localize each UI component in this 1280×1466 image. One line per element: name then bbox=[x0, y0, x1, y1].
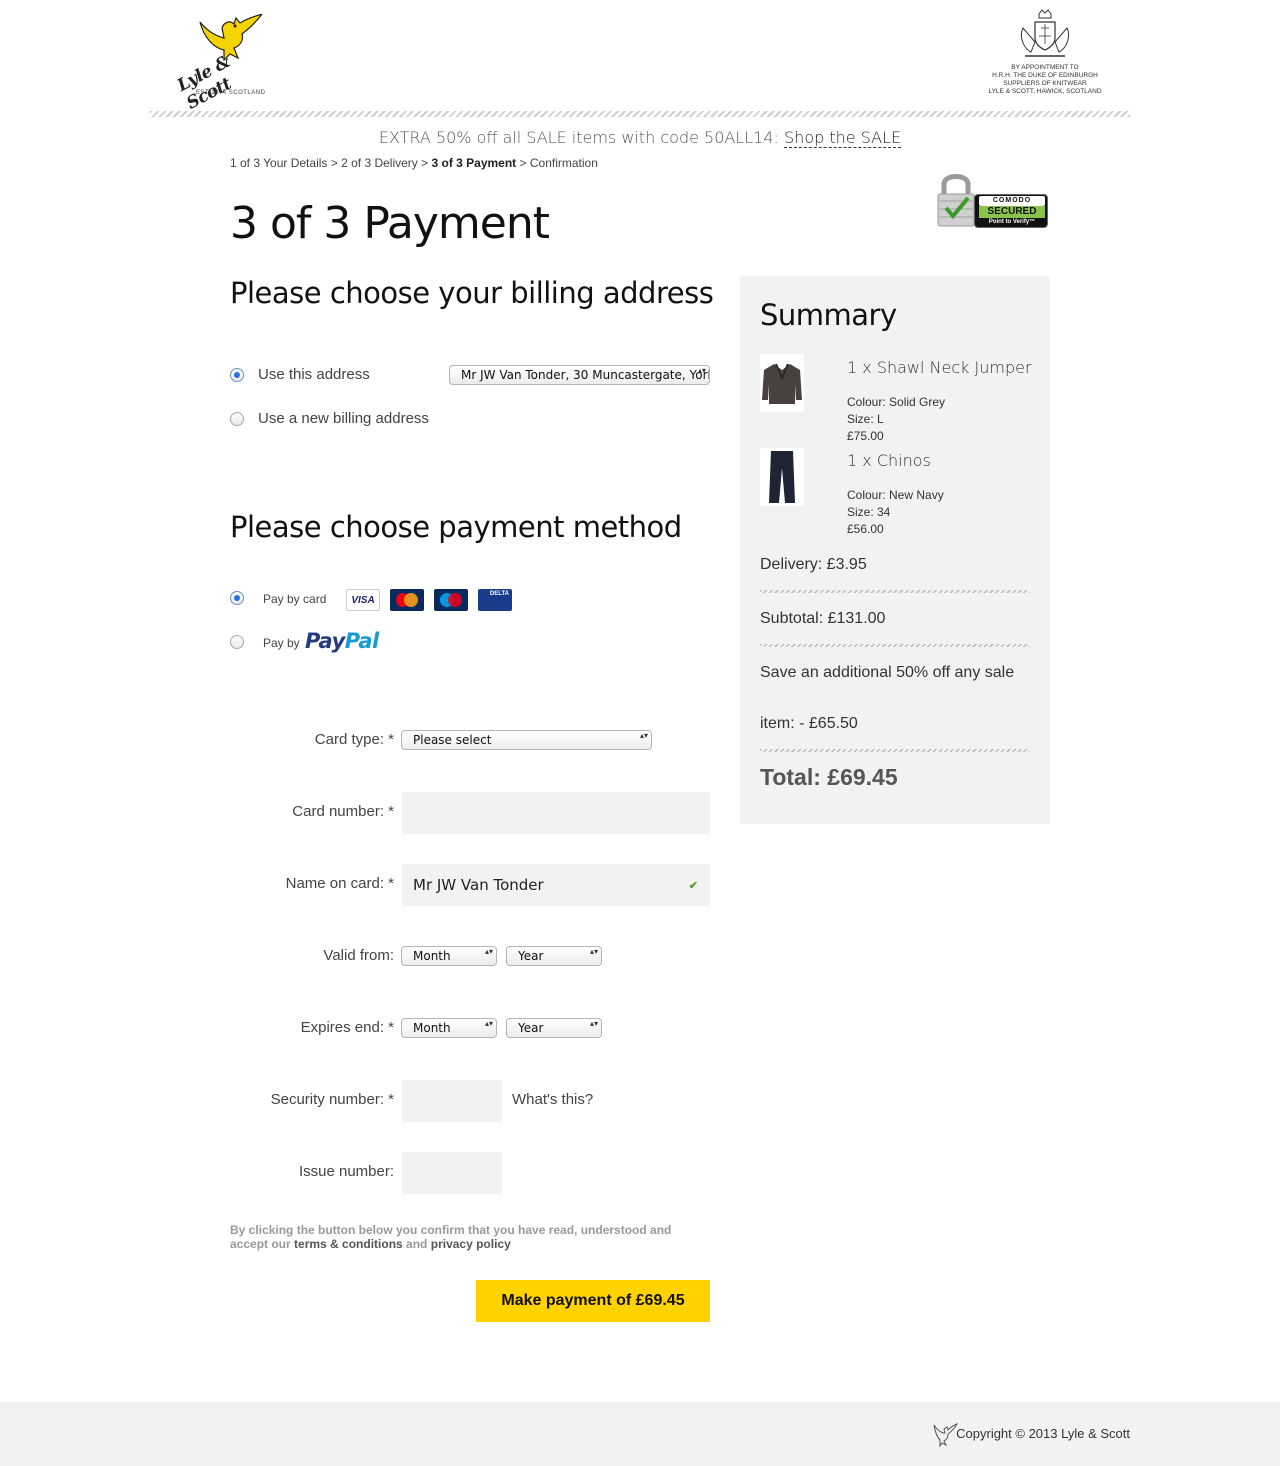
card-number-input[interactable] bbox=[402, 792, 710, 834]
warrant-line-4: LYLE & SCOTT, HAWICK, SCOTLAND bbox=[988, 88, 1102, 95]
promo-banner: EXTRA 50% off all SALE items with code 5… bbox=[0, 128, 1280, 148]
whats-this-link[interactable]: What's this? bbox=[512, 1091, 593, 1108]
card-type-select[interactable]: Please select bbox=[401, 730, 652, 750]
maestro-icon bbox=[434, 589, 468, 611]
issue-number-label: Issue number: bbox=[298, 1163, 394, 1180]
summary-divider bbox=[760, 590, 1030, 593]
delivery-cost: Delivery: £3.95 bbox=[760, 556, 867, 573]
pay-by-label[interactable]: Pay by bbox=[263, 636, 300, 650]
terms-conditions-link[interactable]: terms & conditions bbox=[294, 1237, 403, 1251]
terms-prefix: accept our bbox=[230, 1237, 295, 1251]
privacy-policy-link[interactable]: privacy policy bbox=[431, 1237, 511, 1251]
subtotal: Subtotal: £131.00 bbox=[760, 610, 886, 627]
item-1-colour: Colour: Solid Grey bbox=[847, 395, 946, 409]
padlock-icon bbox=[937, 174, 975, 227]
item-2-details: Colour: New Navy Size: 34 £56.00 bbox=[847, 487, 944, 538]
billing-address-select[interactable]: Mr JW Van Tonder, 30 Muncastergate, York bbox=[449, 365, 710, 385]
use-this-address-label[interactable]: Use this address bbox=[258, 366, 370, 383]
name-on-card-input[interactable]: Mr JW Van Tonder ✔ bbox=[402, 864, 710, 906]
promo-text: EXTRA 50% off all SALE items with code 5… bbox=[378, 128, 785, 147]
breadcrumb-confirmation: Confirmation bbox=[529, 156, 598, 170]
valid-from-month-select[interactable]: Month bbox=[401, 946, 497, 966]
item-1-size: Size: L bbox=[847, 412, 884, 426]
comodo-brand: COMODO bbox=[979, 196, 1045, 206]
breadcrumb-separator: > bbox=[327, 156, 342, 170]
pay-by-card-label[interactable]: Pay by card bbox=[263, 592, 326, 606]
comodo-secured-badge[interactable]: COMODO SECURED Point to Verify™ bbox=[936, 170, 1052, 230]
name-on-card-value: Mr JW Van Tonder bbox=[413, 876, 544, 894]
paypal-word-pal: Pal bbox=[344, 629, 379, 653]
billing-heading: Please choose your billing address bbox=[230, 276, 714, 310]
warrant-line-2: H.R.H. THE DUKE OF EDINBURGH bbox=[992, 72, 1098, 79]
order-summary-panel: Summary 1 x Shawl Neck Jumper Colour: So… bbox=[740, 276, 1050, 824]
use-new-address-label[interactable]: Use a new billing address bbox=[258, 410, 429, 427]
brand-logo[interactable]: Lyle & Scott EST 1874 SCOTLAND bbox=[174, 14, 272, 114]
order-total: Total: £69.45 bbox=[760, 764, 898, 790]
item-2-name[interactable]: 1 x Chinos bbox=[847, 451, 931, 470]
pay-by-card-radio[interactable] bbox=[230, 591, 244, 605]
discount-line-2: item: - £65.50 bbox=[760, 715, 858, 732]
breadcrumb-your-details[interactable]: 1 of 3 Your Details bbox=[230, 156, 327, 170]
valid-from-label: Valid from: bbox=[323, 947, 394, 964]
page-title: 3 of 3 Payment bbox=[230, 198, 550, 249]
item-1-price: £75.00 bbox=[847, 429, 884, 443]
royal-warrant: BY APPOINTMENT TO H.R.H. THE DUKE OF EDI… bbox=[980, 8, 1110, 98]
eagle-outline-icon bbox=[933, 1423, 958, 1447]
header-divider bbox=[150, 111, 1130, 117]
item-1-details: Colour: Solid Grey Size: L £75.00 bbox=[847, 394, 945, 445]
comodo-secured: SECURED bbox=[979, 206, 1045, 218]
terms-line: By clicking the button below you confirm… bbox=[230, 1223, 672, 1237]
breadcrumb: 1 of 3 Your Details > 2 of 3 Delivery > … bbox=[230, 156, 598, 170]
comodo-verify: Point to Verify™ bbox=[988, 219, 1036, 225]
card-type-label: Card type: * bbox=[314, 731, 394, 748]
issue-number-input[interactable] bbox=[402, 1152, 502, 1194]
paypal-word-pay: Pay bbox=[305, 629, 345, 653]
use-new-address-radio[interactable] bbox=[230, 412, 244, 426]
item-2-colour: Colour: New Navy bbox=[847, 488, 944, 502]
warrant-line-3: SUPPLIERS OF KNITWEAR bbox=[1003, 80, 1087, 87]
name-on-card-label: Name on card: * bbox=[285, 875, 394, 892]
valid-from-year-select[interactable]: Year bbox=[506, 946, 602, 966]
security-number-label: Security number: * bbox=[270, 1091, 394, 1108]
security-number-input[interactable] bbox=[402, 1080, 502, 1122]
expires-year-select[interactable]: Year bbox=[506, 1018, 602, 1038]
card-number-label: Card number: * bbox=[292, 803, 394, 820]
make-payment-button[interactable]: Make payment of £69.45 bbox=[476, 1280, 710, 1322]
summary-divider bbox=[760, 749, 1030, 752]
expires-month-select[interactable]: Month bbox=[401, 1018, 497, 1038]
delta-icon: DELTA bbox=[478, 589, 512, 611]
visa-icon: VISA bbox=[346, 589, 380, 611]
brand-established: EST 1874 SCOTLAND bbox=[196, 90, 266, 96]
summary-title: Summary bbox=[760, 298, 897, 332]
item-1-name[interactable]: 1 x Shawl Neck Jumper bbox=[847, 358, 1032, 377]
royal-crest-icon bbox=[1020, 9, 1070, 57]
item-2-size: Size: 34 bbox=[847, 505, 891, 519]
breadcrumb-separator: > bbox=[516, 156, 530, 170]
payment-heading: Please choose payment method bbox=[230, 510, 682, 544]
footer: Copyright © 2013 Lyle & Scott bbox=[0, 1402, 1280, 1466]
item-2-price: £56.00 bbox=[847, 522, 884, 536]
copyright: Copyright © 2013 Lyle & Scott bbox=[956, 1426, 1130, 1441]
pay-by-paypal-radio[interactable] bbox=[230, 635, 244, 649]
jumper-thumbnail[interactable] bbox=[760, 354, 804, 412]
jumper-image bbox=[762, 363, 802, 404]
summary-divider bbox=[760, 644, 1030, 647]
chinos-thumbnail[interactable] bbox=[760, 448, 804, 506]
warrant-line-1: BY APPOINTMENT TO bbox=[1011, 64, 1079, 71]
breadcrumb-delivery[interactable]: 2 of 3 Delivery bbox=[341, 156, 418, 170]
terms-and: and bbox=[402, 1237, 431, 1251]
breadcrumb-separator: > bbox=[417, 156, 432, 170]
terms-notice: By clicking the button below you confirm… bbox=[230, 1223, 700, 1251]
valid-checkmark-icon: ✔ bbox=[688, 880, 698, 892]
shop-sale-link[interactable]: Shop the SALE bbox=[784, 128, 902, 148]
mastercard-icon bbox=[390, 589, 424, 611]
card-number-value bbox=[402, 792, 710, 804]
expires-end-label: Expires end: * bbox=[300, 1019, 394, 1036]
breadcrumb-payment: 3 of 3 Payment bbox=[431, 156, 517, 170]
use-this-address-radio[interactable] bbox=[230, 368, 244, 382]
chinos-image bbox=[769, 451, 795, 503]
paypal-icon: PayPal bbox=[305, 629, 379, 653]
discount-line-1: Save an additional 50% off any sale bbox=[760, 664, 1015, 681]
